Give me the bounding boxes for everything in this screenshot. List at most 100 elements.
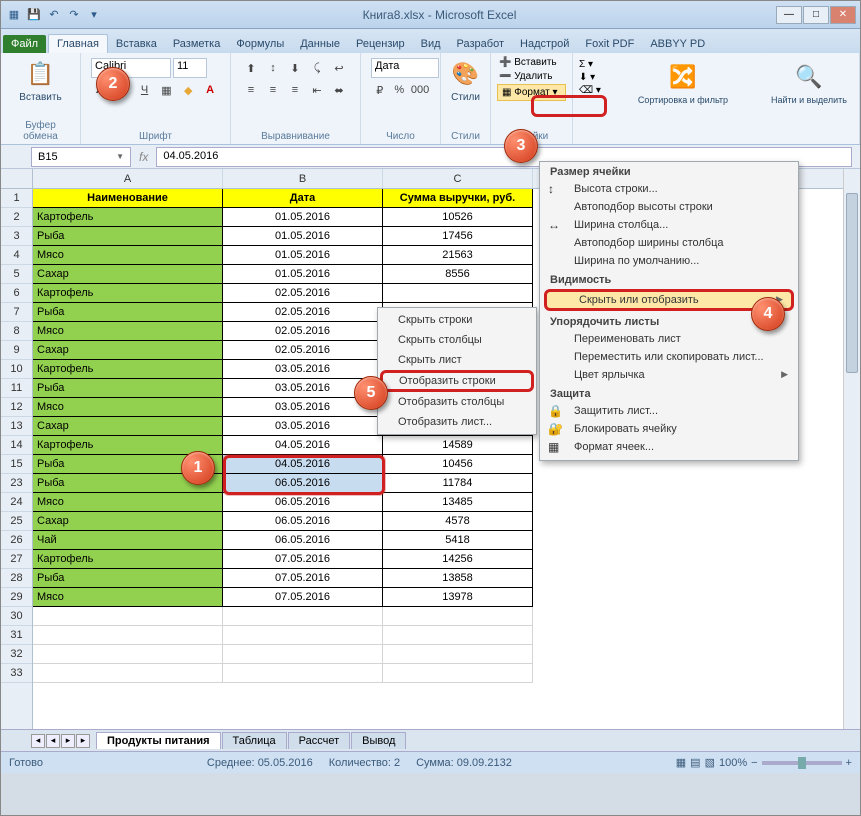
menu-hide-rows[interactable]: Скрыть строки: [380, 310, 534, 330]
zoom-out-icon[interactable]: −: [751, 757, 757, 769]
align-bottom-icon[interactable]: ⬇: [285, 58, 305, 78]
tab-addins[interactable]: Надстрой: [512, 35, 577, 53]
row-header[interactable]: 29: [1, 588, 32, 607]
align-center-icon[interactable]: ≡: [263, 80, 283, 100]
menu-protect-sheet[interactable]: 🔒Защитить лист...: [540, 402, 798, 420]
cell-name[interactable]: Картофель: [33, 284, 223, 303]
cell-sum[interactable]: 10456: [383, 455, 533, 474]
cell-date[interactable]: 01.05.2016: [223, 227, 383, 246]
delete-cells-button[interactable]: ➖ Удалить: [497, 70, 566, 83]
header-name[interactable]: Наименование: [33, 189, 223, 208]
tab-file[interactable]: Файл: [3, 35, 46, 53]
row-header[interactable]: 23: [1, 474, 32, 493]
row-header[interactable]: 7: [1, 303, 32, 322]
cell-sum[interactable]: 13858: [383, 569, 533, 588]
cell-name[interactable]: Рыба: [33, 569, 223, 588]
zoom-slider[interactable]: [762, 761, 842, 765]
cell-date[interactable]: 02.05.2016: [223, 303, 383, 322]
row-header[interactable]: 15: [1, 455, 32, 474]
cell-name[interactable]: Мясо: [33, 588, 223, 607]
cell-sum[interactable]: 4578: [383, 512, 533, 531]
cell-name[interactable]: Мясо: [33, 322, 223, 341]
cell-sum[interactable]: 14589: [383, 436, 533, 455]
cell-name[interactable]: Картофель: [33, 550, 223, 569]
cell-sum[interactable]: 17456: [383, 227, 533, 246]
row-header[interactable]: 27: [1, 550, 32, 569]
cell-date[interactable]: 04.05.2016: [223, 455, 383, 474]
tab-abbyy[interactable]: ABBYY PD: [642, 35, 713, 53]
menu-col-width[interactable]: ↔Ширина столбца...: [540, 216, 798, 234]
menu-hide-cols[interactable]: Скрыть столбцы: [380, 330, 534, 350]
align-middle-icon[interactable]: ↕: [263, 58, 283, 78]
sheet-tab-3[interactable]: Рассчет: [288, 732, 351, 749]
menu-format-cells[interactable]: ▦Формат ячеек...: [540, 438, 798, 456]
menu-move-copy[interactable]: Переместить или скопировать лист...: [540, 348, 798, 366]
row-header[interactable]: 10: [1, 360, 32, 379]
row-header[interactable]: 9: [1, 341, 32, 360]
cell-name[interactable]: Мясо: [33, 398, 223, 417]
paste-button[interactable]: 📋 Вставить: [7, 56, 74, 105]
font-size-select[interactable]: 11: [173, 58, 207, 78]
col-header-b[interactable]: B: [223, 169, 383, 188]
row-header[interactable]: 4: [1, 246, 32, 265]
menu-autofit-col[interactable]: Автоподбор ширины столбца: [540, 234, 798, 252]
cell-name[interactable]: Чай: [33, 531, 223, 550]
cell-name[interactable]: Картофель: [33, 208, 223, 227]
cell-date[interactable]: 06.05.2016: [223, 531, 383, 550]
cell-sum[interactable]: [383, 284, 533, 303]
cell-name[interactable]: Сахар: [33, 265, 223, 284]
vertical-scrollbar[interactable]: [843, 169, 860, 729]
cell-name[interactable]: Сахар: [33, 512, 223, 531]
orientation-icon[interactable]: ⤹: [307, 58, 327, 78]
fx-icon[interactable]: fx: [139, 150, 148, 164]
col-header-c[interactable]: C: [383, 169, 533, 188]
cell-date[interactable]: 01.05.2016: [223, 208, 383, 227]
row-header[interactable]: 6: [1, 284, 32, 303]
tab-foxit[interactable]: Foxit PDF: [577, 35, 642, 53]
row-header[interactable]: 13: [1, 417, 32, 436]
cell-name[interactable]: Мясо: [33, 493, 223, 512]
cell-sum[interactable]: 5418: [383, 531, 533, 550]
styles-button[interactable]: 🎨 Стили: [447, 56, 484, 105]
comma-icon[interactable]: 000: [410, 80, 430, 100]
cell-sum[interactable]: 14256: [383, 550, 533, 569]
tab-insert[interactable]: Вставка: [108, 35, 165, 53]
select-all-corner[interactable]: [1, 169, 33, 189]
row-header[interactable]: 33: [1, 664, 32, 683]
row-header[interactable]: 25: [1, 512, 32, 531]
view-break-icon[interactable]: ▧: [705, 756, 715, 769]
menu-show-cols[interactable]: Отобразить столбцы: [380, 392, 534, 412]
underline-button[interactable]: Ч: [135, 80, 155, 100]
percent-icon[interactable]: %: [391, 80, 409, 100]
header-sum[interactable]: Сумма выручки, руб.: [383, 189, 533, 208]
tab-formulas[interactable]: Формулы: [228, 35, 292, 53]
cell-date[interactable]: 03.05.2016: [223, 417, 383, 436]
tab-developer[interactable]: Разработ: [449, 35, 512, 53]
tab-view[interactable]: Вид: [413, 35, 449, 53]
align-left-icon[interactable]: ≡: [241, 80, 261, 100]
row-header[interactable]: 12: [1, 398, 32, 417]
autosum-icon[interactable]: Σ ▾: [579, 59, 601, 70]
sheet-tab-2[interactable]: Таблица: [222, 732, 287, 749]
sort-filter-button[interactable]: 🔀 Сортировка и фильтр: [632, 59, 734, 107]
find-select-button[interactable]: 🔍 Найти и выделить: [765, 59, 853, 107]
close-button[interactable]: ✕: [830, 6, 856, 24]
menu-default-width[interactable]: Ширина по умолчанию...: [540, 252, 798, 270]
tab-home[interactable]: Главная: [48, 34, 108, 53]
menu-rename-sheet[interactable]: Переименовать лист: [540, 330, 798, 348]
row-header[interactable]: 26: [1, 531, 32, 550]
menu-hide-sheet[interactable]: Скрыть лист: [380, 350, 534, 370]
cell-date[interactable]: 02.05.2016: [223, 341, 383, 360]
cell-name[interactable]: Мясо: [33, 246, 223, 265]
view-layout-icon[interactable]: ▤: [690, 756, 700, 769]
row-header[interactable]: 31: [1, 626, 32, 645]
cell-sum[interactable]: 11784: [383, 474, 533, 493]
row-header[interactable]: 14: [1, 436, 32, 455]
sheet-tab-4[interactable]: Вывод: [351, 732, 406, 749]
cell-sum[interactable]: 13485: [383, 493, 533, 512]
cell-date[interactable]: 04.05.2016: [223, 436, 383, 455]
row-header[interactable]: 5: [1, 265, 32, 284]
redo-icon[interactable]: ↷: [65, 6, 83, 24]
undo-icon[interactable]: ↶: [45, 6, 63, 24]
row-header[interactable]: 30: [1, 607, 32, 626]
